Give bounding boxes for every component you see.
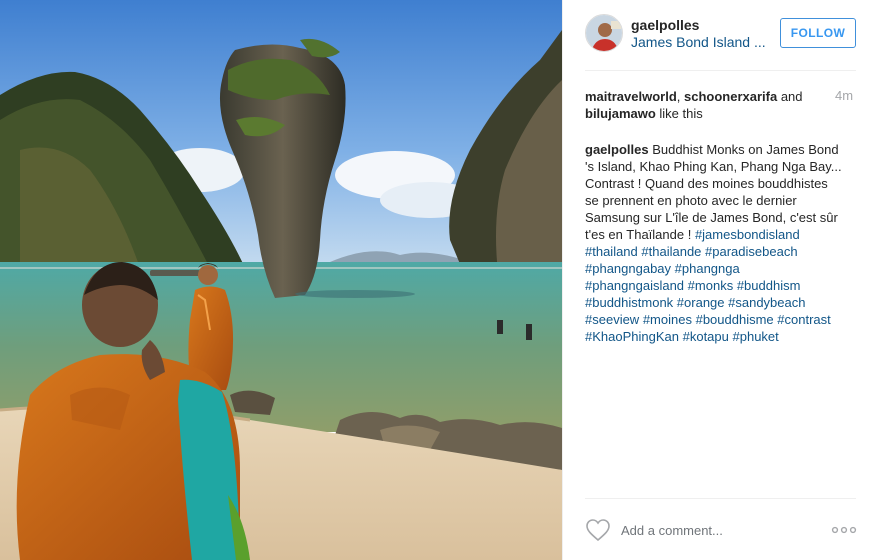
divider (585, 498, 856, 499)
hashtag-link[interactable]: #buddhism (737, 278, 801, 293)
follow-button[interactable]: FOLLOW (780, 18, 856, 48)
caption-text: 's Island, Khao Phing Kan, Phang Nga Bay… (585, 159, 842, 174)
hashtag-link[interactable]: #phangngabay (585, 261, 671, 276)
liker-link[interactable]: schoonerxarifa (684, 89, 777, 104)
post-side-panel: gaelpolles James Bond Island ... FOLLOW … (562, 0, 873, 560)
location-link[interactable]: James Bond Island ... (631, 34, 766, 50)
hashtag-link[interactable]: #phangnga (675, 261, 740, 276)
caption-text: Contrast ! Quand des moines bouddhistes (585, 176, 828, 191)
likes-summary: maitravelworld, schoonerxarifa and biluj… (585, 88, 830, 122)
hashtag-link[interactable]: #contrast (777, 312, 830, 327)
divider (585, 70, 856, 71)
caption-text: Buddhist Monks on James Bond (648, 142, 839, 157)
hashtag-link[interactable]: #phuket (733, 329, 779, 344)
caption-text: se prennent en photo avec le dernier (585, 193, 797, 208)
caption-text: Samsung sur L'île de James Bond, c'est s… (585, 210, 838, 225)
hashtag-link[interactable]: #monks (688, 278, 734, 293)
post-photo[interactable] (0, 0, 562, 560)
username-link[interactable]: gaelpolles (631, 17, 699, 33)
liker-link[interactable]: bilujamawo (585, 106, 656, 121)
hashtag-link[interactable]: #phangngaisland (585, 278, 684, 293)
liker-link[interactable]: maitravelworld (585, 89, 677, 104)
likes-separator: , (676, 89, 684, 104)
hashtag-link[interactable]: #orange (677, 295, 725, 310)
post-caption: gaelpolles Buddhist Monks on James Bond … (585, 141, 860, 345)
hashtag-link[interactable]: #paradisebeach (705, 244, 798, 259)
likes-suffix: like this (655, 106, 703, 121)
hashtag-link[interactable]: #sandybeach (728, 295, 805, 310)
likes-and-text: and (777, 89, 803, 104)
hashtag-link[interactable]: #thailand (585, 244, 638, 259)
hashtag-link[interactable]: #jamesbondisland (695, 227, 800, 242)
hashtag-link[interactable]: #moines (643, 312, 692, 327)
hashtag-link[interactable]: #thailande (641, 244, 701, 259)
avatar[interactable] (585, 14, 623, 52)
heart-icon[interactable] (585, 518, 611, 542)
hashtag-link[interactable]: #KhaoPhingKan (585, 329, 679, 344)
photo-james-bond-island-monks (0, 0, 562, 560)
hashtag-link[interactable]: #seeview (585, 312, 639, 327)
more-options-icon[interactable] (831, 522, 857, 538)
hashtag-link[interactable]: #buddhistmonk (585, 295, 673, 310)
instagram-post: gaelpolles James Bond Island ... FOLLOW … (0, 0, 873, 560)
post-timestamp[interactable]: 4m (835, 88, 853, 103)
hashtag-link[interactable]: #bouddhisme (696, 312, 774, 327)
caption-username-link[interactable]: gaelpolles (585, 142, 649, 157)
post-header: gaelpolles James Bond Island ... FOLLOW (563, 0, 873, 70)
caption-text: t'es en Thaïlande ! (585, 227, 695, 242)
comment-input[interactable] (621, 518, 821, 542)
hashtag-link[interactable]: #kotapu (683, 329, 729, 344)
profile-avatar-icon (586, 15, 622, 51)
